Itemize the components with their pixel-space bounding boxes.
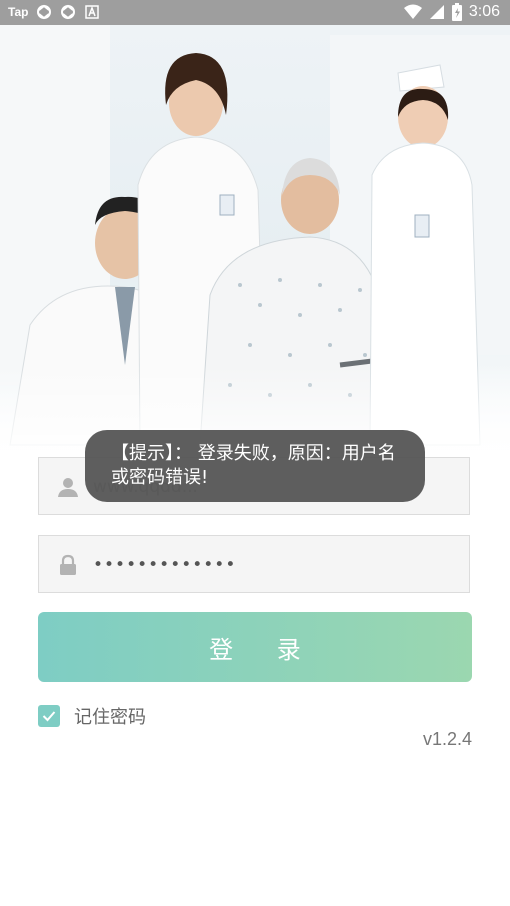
clock: 3:06	[468, 3, 500, 20]
check-icon	[42, 711, 56, 722]
error-toast: 【提示】： 登录失败，原因：用户名或密码错误!	[85, 430, 425, 502]
password-input[interactable]	[91, 546, 455, 584]
status-bar: Tap 3:06	[0, 0, 510, 25]
lock-icon	[60, 554, 76, 575]
signal-icon	[429, 5, 444, 19]
hero-image	[0, 25, 510, 465]
password-field[interactable]	[38, 535, 470, 593]
version-label: v1.2.4	[422, 729, 472, 749]
text-icon	[85, 5, 100, 19]
settings-icon	[61, 4, 76, 20]
medical-team-illustration	[0, 25, 510, 465]
user-icon	[58, 478, 78, 497]
remember-password[interactable]: 记住密码	[38, 703, 146, 729]
wifi-icon	[403, 4, 422, 19]
battery-icon	[451, 3, 462, 21]
remember-label: 记住密码	[74, 707, 146, 728]
status-bar-left: Tap	[8, 4, 100, 20]
settings-icon	[37, 4, 52, 20]
carrier-label: Tap	[8, 5, 29, 19]
status-bar-right: 3:06	[403, 3, 500, 21]
remember-checkbox[interactable]	[38, 705, 60, 727]
login-button[interactable]: 登 录	[38, 612, 472, 682]
